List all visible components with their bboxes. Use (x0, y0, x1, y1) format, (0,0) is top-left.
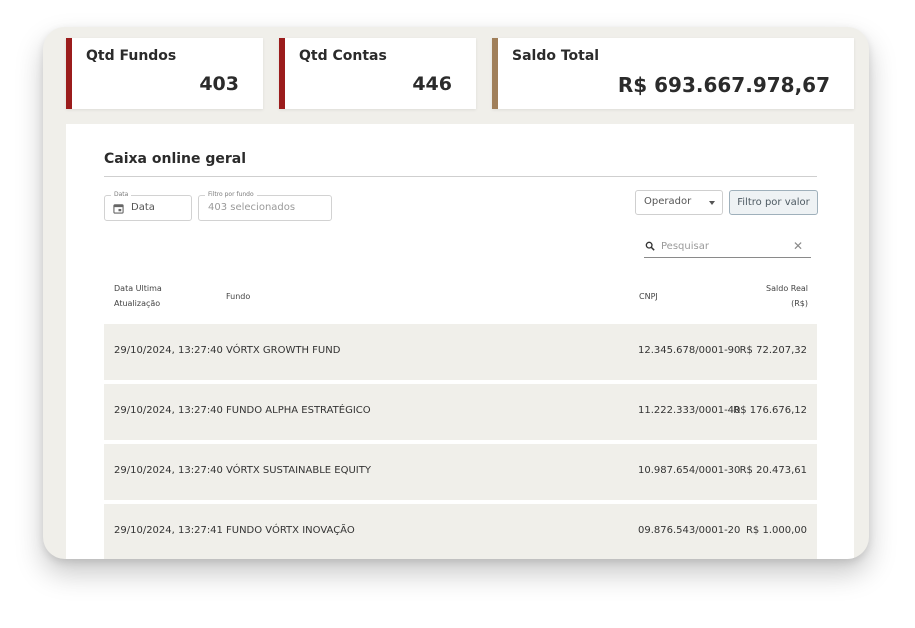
column-header-fundo[interactable]: Fundo (226, 289, 250, 304)
card-value: 446 (412, 73, 452, 95)
filtro-por-valor-button[interactable]: Filtro por valor (729, 190, 818, 215)
cell-date: 29/10/2024, 13:27:40 (114, 405, 223, 416)
cell-date: 29/10/2024, 13:27:40 (114, 345, 223, 356)
card-value: R$ 693.667.978,67 (617, 73, 830, 97)
card-title: Qtd Contas (299, 48, 387, 64)
operador-select[interactable]: Operador (635, 190, 723, 215)
cell-cnpj: 10.987.654/0001-30 (638, 465, 741, 476)
cell-saldo: R$ 176.676,12 (733, 405, 807, 416)
search-icon (645, 241, 655, 251)
column-header-cnpj[interactable]: CNPJ (639, 289, 658, 304)
card-value: 403 (199, 73, 239, 95)
title-divider (104, 176, 817, 177)
cell-date: 29/10/2024, 13:27:41 (114, 525, 223, 536)
card-title: Saldo Total (512, 48, 600, 64)
chevron-down-icon (709, 201, 715, 205)
qtd-contas-card: Qtd Contas 446 (279, 38, 476, 109)
caixa-online-panel: Caixa online geral Data Data Filtro por … (66, 124, 854, 559)
date-filter-field[interactable]: Data Data (104, 190, 192, 221)
cell-fundo: VÓRTX SUSTAINABLE EQUITY (226, 465, 371, 476)
column-header-date[interactable]: Data Ultima Atualização (114, 281, 162, 311)
fundo-filter-label: Filtro por fundo (205, 190, 257, 200)
search-input[interactable]: Pesquisar ✕ (644, 237, 811, 258)
fundo-filter-placeholder: 403 selecionados (208, 202, 296, 213)
cell-date: 29/10/2024, 13:27:40 (114, 465, 223, 476)
date-filter-value: Data (131, 202, 155, 213)
app-window: Qtd Fundos 403 Qtd Contas 446 Saldo Tota… (43, 27, 869, 559)
qtd-fundos-card: Qtd Fundos 403 (66, 38, 263, 109)
cell-cnpj: 11.222.333/0001-40 (638, 405, 741, 416)
calendar-icon (113, 204, 124, 214)
cell-cnpj: 09.876.543/0001-20 (638, 525, 741, 536)
header-line: Data Ultima (114, 284, 162, 293)
table-row[interactable]: 29/10/2024, 13:27:40 VÓRTX GROWTH FUND 1… (104, 324, 817, 380)
cell-fundo: FUNDO ALPHA ESTRATÉGICO (226, 405, 371, 416)
date-filter-label: Data (111, 190, 132, 200)
column-header-saldo[interactable]: Saldo Real (R$) (766, 281, 808, 311)
header-line: (R$) (791, 299, 808, 308)
close-icon[interactable]: ✕ (793, 239, 803, 253)
cell-saldo: R$ 20.473,61 (739, 465, 807, 476)
fundo-filter-field[interactable]: Filtro por fundo 403 selecionados (198, 190, 332, 221)
panel-title: Caixa online geral (104, 151, 247, 167)
cell-fundo: VÓRTX GROWTH FUND (226, 345, 341, 356)
table-row[interactable]: 29/10/2024, 13:27:40 FUNDO ALPHA ESTRATÉ… (104, 384, 817, 440)
card-title: Qtd Fundos (86, 48, 177, 64)
operador-select-value: Operador (644, 196, 692, 207)
saldo-total-card: Saldo Total R$ 693.667.978,67 (492, 38, 854, 109)
cell-cnpj: 12.345.678/0001-90 (638, 345, 741, 356)
header-line: Atualização (114, 299, 161, 308)
header-line: Saldo Real (766, 284, 808, 293)
search-placeholder: Pesquisar (661, 241, 709, 252)
cell-saldo: R$ 1.000,00 (745, 525, 807, 536)
table-row[interactable]: 29/10/2024, 13:27:41 FUNDO VÓRTX INOVAÇÃ… (104, 504, 817, 559)
cell-fundo: FUNDO VÓRTX INOVAÇÃO (226, 525, 355, 536)
cell-saldo: R$ 72.207,32 (739, 345, 807, 356)
table-row[interactable]: 29/10/2024, 13:27:40 VÓRTX SUSTAINABLE E… (104, 444, 817, 500)
